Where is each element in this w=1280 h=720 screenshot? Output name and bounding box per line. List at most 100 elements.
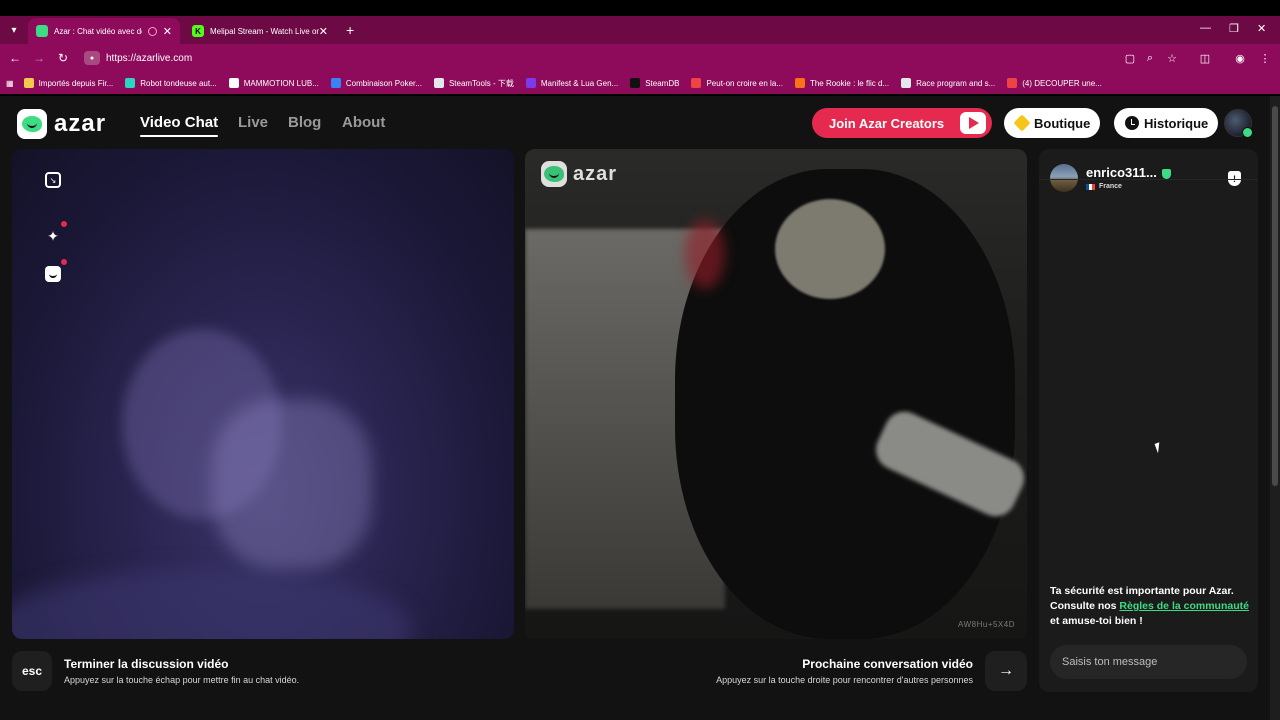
bookmark-favicon-icon bbox=[23, 78, 34, 88]
browser-toolbar: ← → ↻ ● https://azarlive.com ▢ ⌕ ☆ ◫ ◉ ⋮ bbox=[0, 44, 1280, 72]
local-video: ↘ ✦ bbox=[12, 149, 514, 639]
watermark-text: azar bbox=[573, 162, 618, 185]
bookmark-favicon-icon bbox=[630, 78, 641, 88]
apps-grid-icon[interactable]: ▦ bbox=[6, 79, 14, 88]
profile-icon[interactable]: ◉ bbox=[1232, 50, 1248, 66]
sticker-icon[interactable] bbox=[40, 259, 67, 287]
community-rules-link[interactable]: Règles de la communauté bbox=[1119, 600, 1249, 612]
end-chat-hint: Appuyez sur la touche échap pour mettre … bbox=[64, 675, 300, 685]
logo-text: azar bbox=[54, 110, 107, 137]
next-chat-button[interactable]: → bbox=[985, 651, 1027, 691]
verified-shield-icon bbox=[1242, 127, 1253, 138]
menu-icon[interactable]: ⋮ bbox=[1257, 50, 1273, 66]
nav-video-chat[interactable]: Video Chat bbox=[140, 114, 219, 137]
chat-panel: enrico311... France ! Ta sécurité est im… bbox=[1039, 149, 1258, 692]
bookmark-item[interactable]: Race program and s... bbox=[901, 78, 995, 88]
azar-logo-icon bbox=[17, 109, 47, 139]
nav-blog[interactable]: Blog bbox=[288, 114, 321, 131]
bookmark-favicon-icon bbox=[691, 78, 702, 88]
join-creators-button[interactable]: Join Azar Creators bbox=[812, 108, 992, 138]
end-chat-button[interactable]: esc bbox=[12, 651, 52, 691]
back-icon[interactable]: ← bbox=[6, 49, 24, 67]
minimize-icon[interactable]: — bbox=[1200, 22, 1211, 34]
bookmark-star-icon[interactable]: ☆ bbox=[1164, 50, 1180, 66]
safety-text-end: et amuse-toi bien ! bbox=[1050, 615, 1143, 627]
peer-avatar[interactable] bbox=[1050, 164, 1078, 192]
notification-dot bbox=[61, 259, 67, 265]
scrollbar-thumb[interactable] bbox=[1272, 106, 1278, 486]
bookmark-label: The Rookie : le flic d... bbox=[809, 78, 890, 88]
azar-page: azar Video Chat Live Blog About Join Aza… bbox=[0, 96, 1270, 720]
azar-logo-icon bbox=[541, 161, 567, 187]
bookmark-item[interactable]: Manifest & Lua Gen... bbox=[525, 78, 618, 88]
bookmark-label: (4) DECOUPER une... bbox=[1022, 78, 1102, 88]
safety-notice: Ta sécurité est importante pour Azar. Co… bbox=[1050, 584, 1250, 629]
bookmark-favicon-icon bbox=[228, 78, 239, 88]
bookmark-item[interactable]: Peut-on croire en la... bbox=[691, 78, 783, 88]
browser-tab-bar: ▾ Azar : Chat vidéo avec de n ✕ K Melipa… bbox=[0, 16, 1280, 44]
minimize-video-icon[interactable]: ↘ bbox=[40, 167, 66, 193]
bookmark-item[interactable]: Combinaison Poker... bbox=[330, 78, 422, 88]
bookmark-item[interactable]: MAMMOTION LUB... bbox=[228, 78, 319, 88]
chat-header-divider bbox=[1039, 179, 1258, 180]
kick-favicon-icon: K bbox=[192, 25, 204, 37]
bookmarks-bar: ▦ Importés depuis Fir... Robot tondeuse a… bbox=[0, 72, 1280, 94]
bookmark-item[interactable]: The Rookie : le flic d... bbox=[794, 78, 890, 88]
bookmark-favicon-icon bbox=[794, 78, 805, 88]
user-avatar[interactable] bbox=[1224, 109, 1253, 138]
bookmark-label: Peut-on croire en la... bbox=[706, 78, 783, 88]
video-code: AW8Hu+5X4D bbox=[958, 620, 1015, 629]
bookmark-item[interactable]: (4) DECOUPER une... bbox=[1007, 78, 1102, 88]
restore-icon[interactable]: ❐ bbox=[1229, 22, 1239, 35]
recording-icon bbox=[147, 26, 157, 36]
peer-name[interactable]: enrico311... bbox=[1086, 165, 1157, 180]
extensions-icon[interactable]: ◫ bbox=[1197, 50, 1213, 66]
bookmark-favicon-icon bbox=[125, 78, 136, 88]
address-bar[interactable]: ● https://azarlive.com bbox=[78, 47, 1118, 69]
bookmark-favicon-icon bbox=[1007, 78, 1018, 88]
bookmark-favicon-icon bbox=[901, 78, 912, 88]
join-creators-label: Join Azar Creators bbox=[829, 115, 945, 131]
forward-icon[interactable]: → bbox=[30, 49, 48, 67]
azar-logo[interactable]: azar bbox=[17, 109, 106, 139]
historique-button[interactable]: Historique bbox=[1114, 108, 1219, 138]
bookmark-item[interactable]: SteamTools - 下载 bbox=[433, 78, 514, 89]
close-tab-icon[interactable]: ✕ bbox=[319, 25, 328, 38]
tab-search-icon[interactable]: ▾ bbox=[4, 20, 24, 40]
verified-shield-icon bbox=[1162, 169, 1171, 179]
page-scrollbar[interactable] bbox=[1270, 96, 1280, 720]
end-chat-title: Terminer la discussion vidéo bbox=[64, 657, 229, 671]
tab-title: Melipal Stream - Watch Live on bbox=[210, 26, 319, 36]
url-text: https://azarlive.com bbox=[106, 52, 193, 64]
site-info-icon[interactable]: ● bbox=[84, 51, 100, 65]
message-input[interactable] bbox=[1050, 645, 1247, 679]
nav-live[interactable]: Live bbox=[238, 114, 268, 131]
bookmark-item[interactable]: Robot tondeuse aut... bbox=[125, 78, 217, 88]
window-close-icon[interactable]: ✕ bbox=[1257, 22, 1266, 35]
bookmark-label: SteamTools - 下载 bbox=[448, 78, 514, 88]
france-flag-icon bbox=[1086, 183, 1095, 190]
tab-kick-stream[interactable]: K Melipal Stream - Watch Live on ✕ bbox=[184, 18, 336, 44]
reload-icon[interactable]: ↻ bbox=[54, 49, 72, 67]
bookmark-favicon-icon bbox=[525, 78, 536, 88]
nav-about[interactable]: About bbox=[342, 114, 385, 131]
play-icon bbox=[960, 112, 986, 134]
azar-watermark: azar bbox=[541, 161, 617, 187]
diamond-icon bbox=[1013, 114, 1030, 132]
next-chat-title: Prochaine conversation vidéo bbox=[802, 657, 973, 671]
peer-country: France bbox=[1086, 183, 1122, 190]
new-tab-icon[interactable]: + bbox=[346, 22, 354, 38]
azar-favicon-icon bbox=[36, 25, 48, 37]
bookmark-item[interactable]: SteamDB bbox=[630, 78, 679, 88]
screen-top-strip bbox=[0, 0, 1280, 16]
boutique-button[interactable]: Boutique bbox=[1004, 108, 1101, 138]
close-tab-icon[interactable]: ✕ bbox=[163, 25, 172, 38]
install-app-icon[interactable]: ▢ bbox=[1122, 50, 1138, 66]
zoom-icon[interactable]: ⌕ bbox=[1142, 50, 1158, 66]
tab-azar[interactable]: Azar : Chat vidéo avec de n ✕ bbox=[28, 18, 180, 44]
effects-sparkle-icon[interactable]: ✦ bbox=[40, 221, 67, 249]
bookmark-item[interactable]: Importés depuis Fir... bbox=[23, 78, 113, 88]
bookmark-label: Combinaison Poker... bbox=[345, 78, 422, 88]
arrow-right-icon: → bbox=[998, 662, 1014, 679]
bookmark-label: MAMMOTION LUB... bbox=[243, 78, 319, 88]
